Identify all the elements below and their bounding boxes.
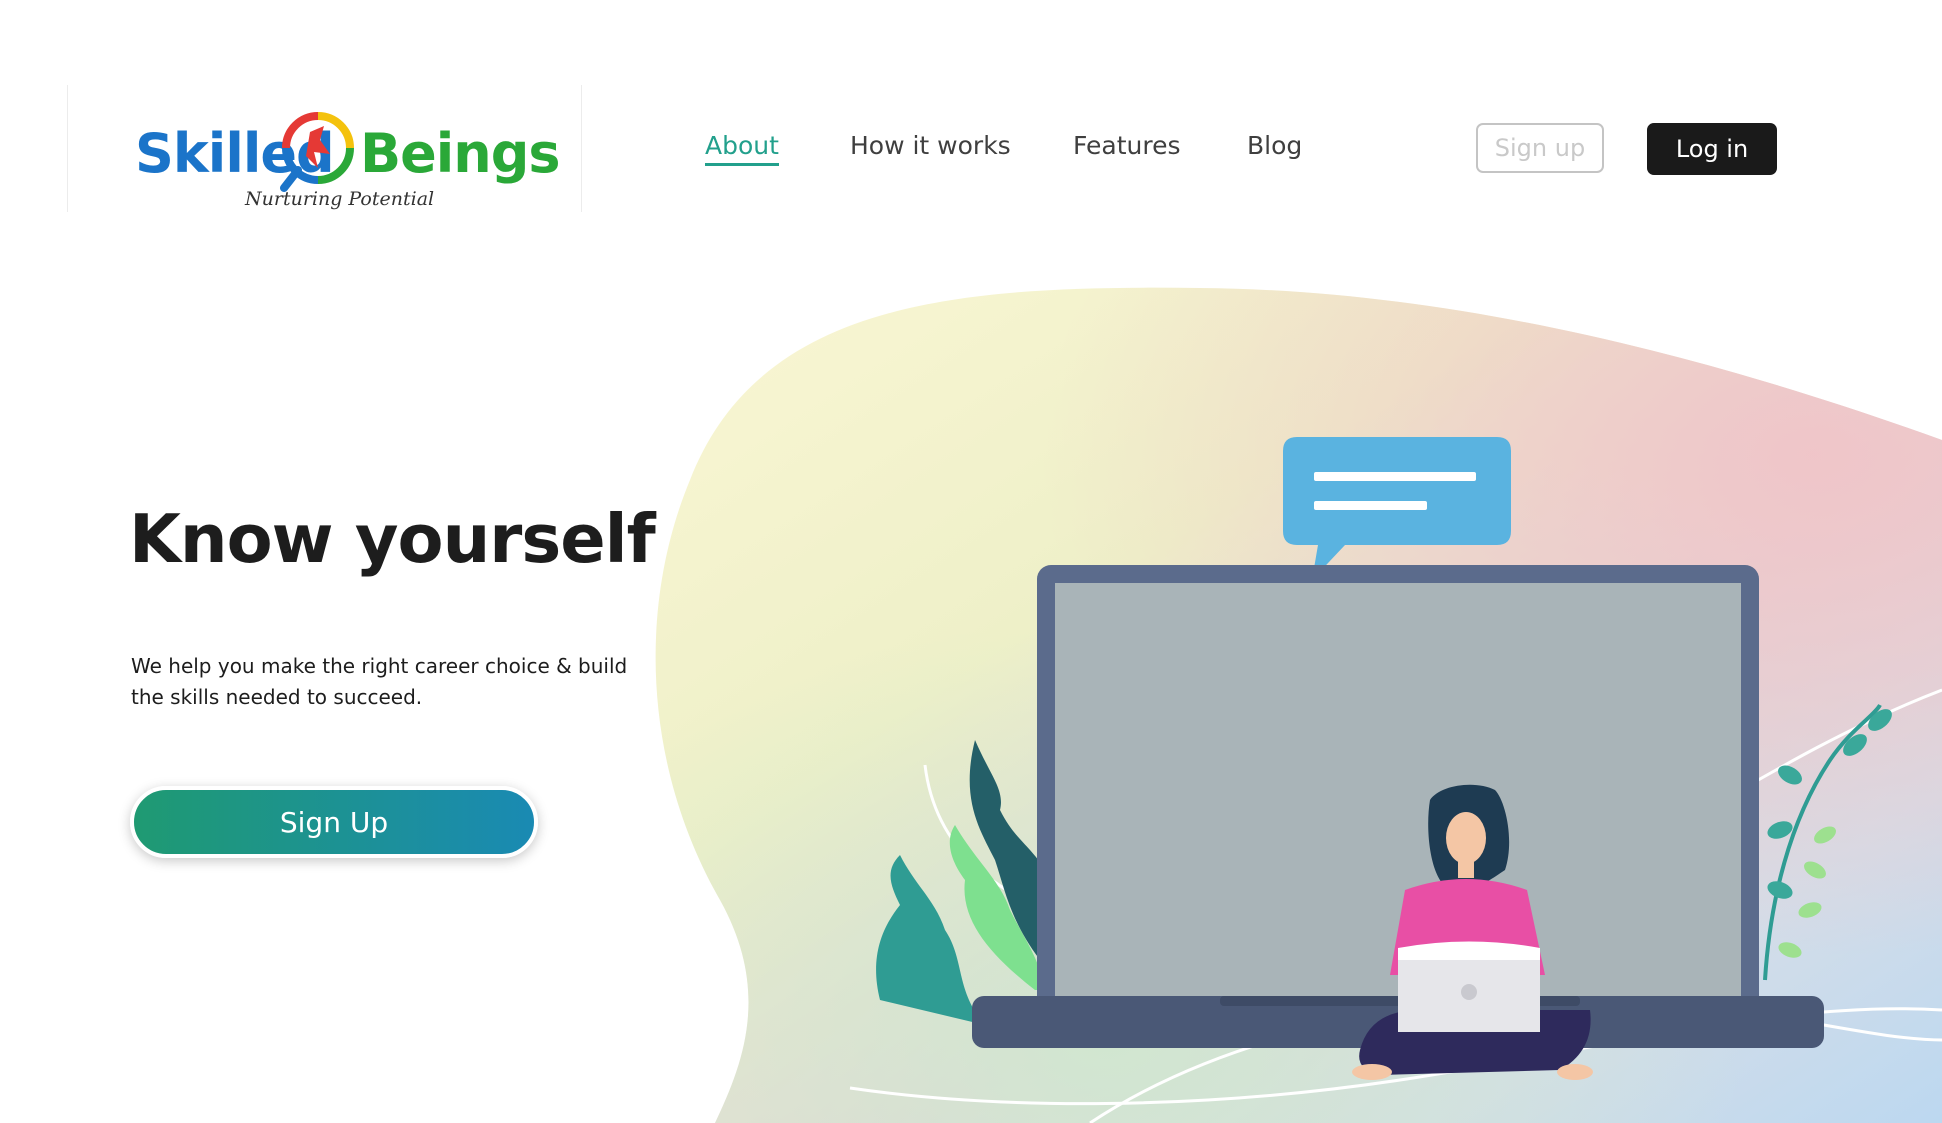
hero-signup-button[interactable]: Sign Up (130, 786, 538, 858)
hero-description: We help you make the right career choice… (131, 654, 628, 709)
hero-title: Know yourself (129, 500, 656, 578)
